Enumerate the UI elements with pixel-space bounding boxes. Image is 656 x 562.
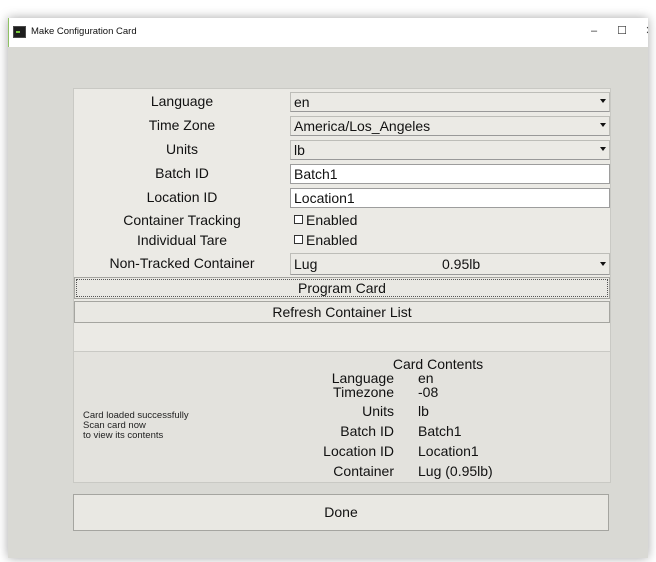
language-label: Language (150, 93, 214, 109)
container-tracking-label: Container Tracking (123, 212, 241, 228)
batch-id-label: Batch ID (155, 165, 209, 181)
refresh-container-list-button[interactable]: Refresh Container List (74, 301, 610, 323)
close-icon[interactable]: ✕ (641, 24, 648, 38)
status-message: Card loaded successfully Scan card now t… (83, 411, 189, 441)
container-name-value: Lug (294, 256, 318, 272)
program-card-button[interactable]: Program Card (74, 277, 610, 299)
individual-tare-label: Individual Tare (136, 232, 228, 248)
client-area: Language en Time Zone America/Los_Angele… (8, 47, 648, 558)
container-weight-value: 0.95lb (442, 256, 481, 272)
checkbox-icon (294, 235, 303, 244)
status-line: to view its contents (83, 430, 164, 441)
non-tracked-container-dropdown[interactable]: Lug 0.95lb (290, 253, 610, 275)
timezone-label: Time Zone (148, 117, 216, 133)
location-id-input[interactable]: Location1 (290, 188, 610, 208)
units-value: lb (294, 142, 305, 158)
language-dropdown[interactable]: en (290, 92, 610, 112)
dropdown-arrow-icon (600, 123, 606, 127)
app-icon (13, 26, 26, 38)
card-contents-panel: Card loaded successfully Scan card now t… (73, 351, 611, 483)
location-id-label: Location ID (146, 189, 218, 205)
dropdown-arrow-icon (600, 262, 606, 266)
timezone-value: America/Los_Angeles (294, 118, 431, 134)
dropdown-arrow-icon (600, 147, 606, 151)
done-button[interactable]: Done (73, 494, 609, 531)
cc-container-key: Container (333, 463, 394, 479)
window-title: Make Configuration Card (31, 26, 137, 37)
checkbox-icon (294, 215, 303, 224)
language-value: en (294, 94, 310, 110)
non-tracked-container-label: Non-Tracked Container (109, 255, 255, 271)
app-window: Make Configuration Card – ☐ ✕ Language e… (8, 18, 648, 558)
maximize-icon[interactable]: ☐ (613, 24, 631, 38)
settings-form: Language en Time Zone America/Los_Angele… (73, 88, 611, 380)
cc-location-id-value: Location1 (418, 443, 479, 459)
container-tracking-checkbox[interactable]: Enabled (294, 212, 357, 228)
cc-container-value: Lug (0.95lb) (418, 463, 493, 479)
timezone-dropdown[interactable]: America/Los_Angeles (290, 116, 610, 136)
batch-id-input[interactable]: Batch1 (290, 164, 610, 184)
cc-timezone-key: Timezone (333, 384, 394, 400)
title-bar[interactable]: Make Configuration Card – ☐ ✕ (8, 18, 648, 47)
minimize-icon[interactable]: – (585, 24, 603, 38)
dropdown-arrow-icon (600, 99, 606, 103)
container-tracking-option: Enabled (306, 212, 358, 228)
individual-tare-option: Enabled (306, 232, 358, 248)
units-label: Units (166, 141, 198, 157)
individual-tare-checkbox[interactable]: Enabled (294, 232, 357, 248)
cc-batch-id-value: Batch1 (418, 423, 462, 439)
location-id-value: Location1 (294, 190, 355, 206)
cc-timezone-value: -08 (418, 384, 439, 400)
cc-location-id-key: Location ID (323, 443, 394, 459)
batch-id-value: Batch1 (294, 166, 338, 182)
cc-units-key: Units (362, 403, 394, 419)
units-dropdown[interactable]: lb (290, 140, 610, 160)
cc-units-value: lb (418, 403, 429, 419)
cc-batch-id-key: Batch ID (340, 423, 394, 439)
